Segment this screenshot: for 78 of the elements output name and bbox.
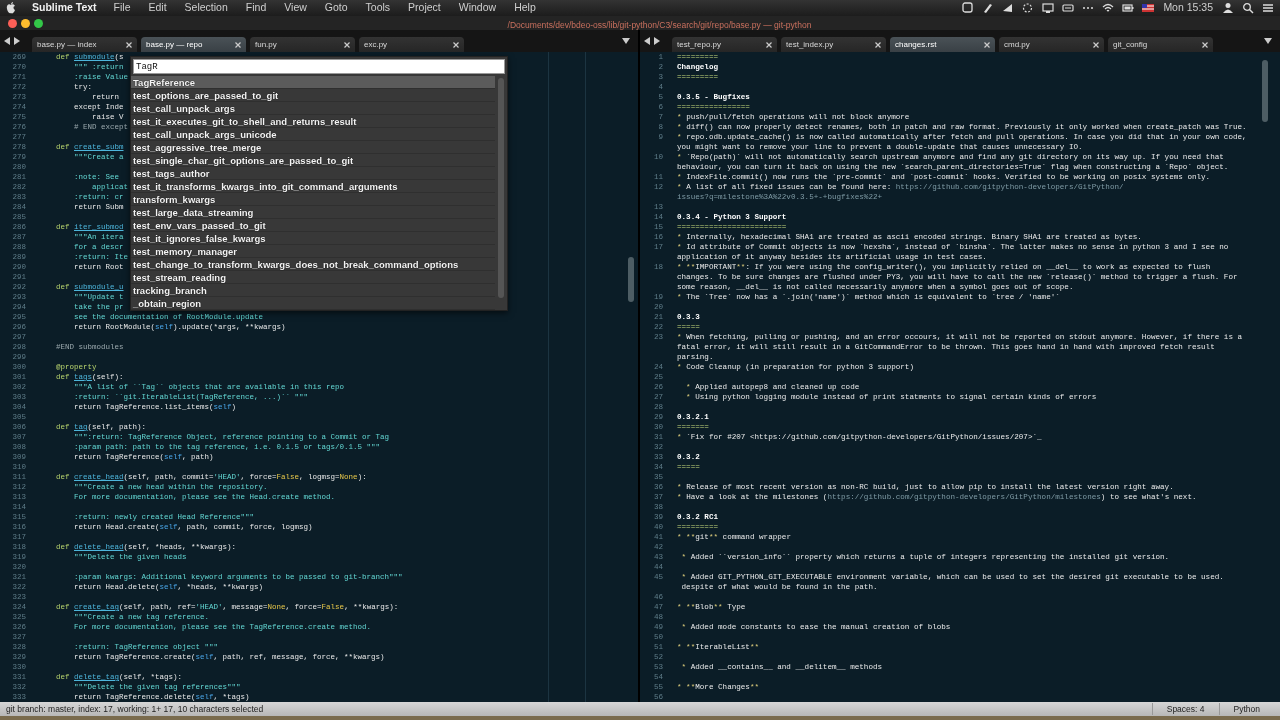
forward-icon[interactable] (654, 37, 660, 45)
back-icon[interactable] (4, 37, 10, 45)
suggestion-item[interactable]: test_it_executes_git_to_shell_and_returns_result (131, 115, 495, 128)
app-icon[interactable] (962, 2, 975, 14)
close-icon[interactable] (875, 41, 881, 48)
editor-tab[interactable]: cmd.py (999, 37, 1104, 52)
dropdown-icon[interactable] (1264, 38, 1272, 44)
editor-tab[interactable]: changes.rst (890, 37, 995, 52)
close-icon[interactable] (984, 41, 990, 48)
editor-tab[interactable]: test_repo.py (672, 37, 777, 52)
flag-icon[interactable] (1142, 2, 1155, 14)
forward-icon[interactable] (14, 37, 20, 45)
suggestion-item[interactable]: TagReference (131, 76, 495, 89)
suggestion-item[interactable]: test_it_ignores_false_kwargs (131, 232, 495, 245)
suggestion-item[interactable]: test_tags_author (131, 167, 495, 180)
scrollbar-thumb[interactable] (498, 78, 504, 298)
sync-icon[interactable] (1022, 2, 1035, 14)
status-message: git branch: master, index: 17, working: 1+ 17, 10 characters selected (6, 702, 264, 716)
suggestion-item[interactable]: test_it_transforms_kwargs_into_git_command_arguments (131, 180, 495, 193)
suggestion-item[interactable]: test_options_are_passed_to_git (131, 89, 495, 102)
suggestion-item[interactable]: test_single_char_git_options_are_passed_to_git (131, 154, 495, 167)
close-icon[interactable] (126, 41, 132, 48)
close-icon[interactable] (1093, 41, 1099, 48)
battery-icon[interactable] (1122, 2, 1135, 14)
display-icon[interactable] (1042, 2, 1055, 14)
close-icon[interactable] (453, 41, 459, 48)
suggestion-item[interactable]: test_stream_reading (131, 271, 495, 284)
minimize-button[interactable] (21, 18, 30, 28)
suggestion-item[interactable]: test_aggressive_tree_merge (131, 141, 495, 154)
editor-tab[interactable]: git_config (1108, 37, 1213, 52)
editor-tab[interactable]: base.py — index (32, 37, 137, 52)
syntax-setting[interactable]: Python (1218, 702, 1274, 716)
menu-item[interactable]: Find (244, 0, 268, 16)
close-icon[interactable] (766, 41, 772, 48)
back-icon[interactable] (644, 37, 650, 45)
keyboard-icon[interactable] (1062, 2, 1075, 14)
suggestion-item[interactable]: test_call_unpack_args (131, 102, 495, 115)
menu-item[interactable]: Help (513, 0, 537, 16)
wifi-icon[interactable] (1102, 2, 1115, 14)
menu-item[interactable]: View (283, 0, 308, 16)
user-icon[interactable] (1222, 2, 1234, 14)
close-icon[interactable] (1202, 41, 1208, 48)
zoom-button[interactable] (34, 18, 43, 28)
indentation-setting[interactable]: Spaces: 4 (1151, 702, 1219, 716)
window-title: /Documents/dev/bdeo-oss/lib/git-python/C3/search/git/repo/base.py — git-python (507, 20, 812, 30)
menu-item[interactable]: Selection (183, 0, 229, 16)
editor-tab[interactable]: fun.py (250, 37, 355, 52)
clock[interactable]: Mon 15:35 (1162, 0, 1214, 16)
dropdown-icon[interactable] (622, 38, 630, 44)
suggestion-item[interactable]: tracking_branch (131, 284, 495, 297)
close-icon[interactable] (235, 41, 241, 48)
app-name: Sublime Text (32, 0, 97, 16)
editor-tab[interactable]: exc.py (359, 37, 464, 52)
editor-tab[interactable]: test_index.py (781, 37, 886, 52)
suggestion-item[interactable]: transform_kwargs (131, 193, 495, 206)
menu-item[interactable]: Window (457, 0, 498, 16)
suggestion-item[interactable]: test_call_unpack_args_unicode (131, 128, 495, 141)
suggestion-item[interactable]: test_large_data_streaming (131, 206, 495, 219)
suggestion-item[interactable]: test_change_to_transform_kwargs_does_not_break_command_options (131, 258, 495, 271)
editor-tab[interactable]: base.py — repo (141, 37, 246, 52)
suggestion-item[interactable]: _obtain_region (131, 297, 495, 310)
menu-item[interactable]: Edit (147, 0, 168, 16)
menu-item[interactable]: Project (407, 0, 442, 16)
pen-icon[interactable] (982, 2, 995, 14)
search-icon[interactable] (1242, 2, 1254, 14)
volume-icon[interactable] (1002, 2, 1015, 14)
logo-icon (6, 2, 16, 14)
suggestion-item[interactable]: test_memory_manager (131, 245, 495, 258)
autocomplete-field[interactable]: TagR (133, 59, 505, 74)
menu-item[interactable]: File (112, 0, 132, 16)
close-button[interactable] (8, 18, 17, 28)
scrollbar-thumb[interactable] (628, 257, 634, 302)
menu-item[interactable]: Goto (323, 0, 349, 16)
suggestion-item[interactable]: test_env_vars_passed_to_git (131, 219, 495, 232)
scrollbar-thumb[interactable] (1262, 60, 1268, 122)
close-icon[interactable] (344, 41, 350, 48)
menu-item[interactable]: Tools (364, 0, 392, 16)
list-icon[interactable] (1262, 2, 1274, 14)
